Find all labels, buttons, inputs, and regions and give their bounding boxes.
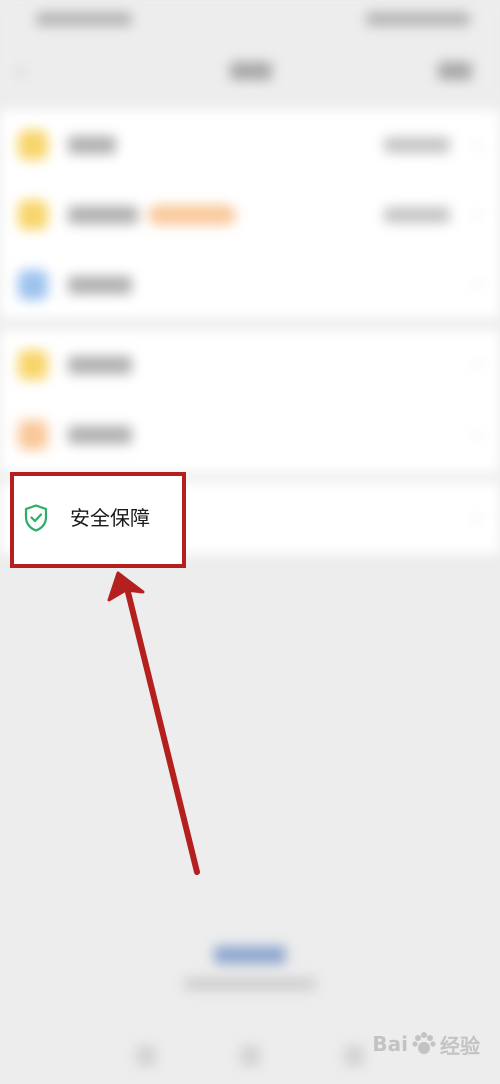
list-item[interactable]: › [0,180,500,250]
row-icon [18,350,48,380]
row-label [68,276,132,294]
paw-icon [412,1032,436,1054]
row-icon [18,130,48,160]
list-item[interactable]: › [0,400,500,470]
watermark-brand: Bai [372,1032,408,1056]
baidu-watermark: Bai 经验 [372,1028,480,1060]
row-icon [18,420,48,450]
chevron-right-icon: › [474,506,482,530]
nav-right-action[interactable] [438,62,472,80]
nav-home-button[interactable] [240,1046,260,1066]
status-bar [0,0,500,44]
row-label [68,136,116,154]
status-bar-left [36,12,132,26]
chevron-right-icon: › [474,272,482,296]
chevron-right-icon: › [474,202,482,226]
list-item[interactable]: › [0,330,500,400]
list-item[interactable]: › [0,250,500,320]
list-item[interactable]: › [0,110,500,180]
row-label [68,356,132,374]
chevron-right-icon: › [474,352,482,376]
nav-title [230,62,272,80]
list-group-2: › › [0,330,500,472]
watermark-suffix: 经验 [440,1033,480,1058]
nav-menu-button[interactable] [136,1046,156,1066]
chevron-right-icon: › [474,422,482,446]
row-icon [18,200,48,230]
list-group-1: › › › [0,110,500,318]
back-chevron-icon[interactable]: ‹ [16,60,25,85]
status-bar-right [366,12,470,26]
footer-text [184,978,316,990]
chevron-right-icon: › [474,132,482,156]
promo-badge [148,205,236,225]
row-label [68,426,132,444]
row-label [68,206,138,224]
highlight-box [10,472,186,568]
row-value [384,137,450,153]
row-icon [18,270,48,300]
nav-back-button[interactable] [344,1046,364,1066]
nav-bar: ‹ [0,44,500,100]
footer-link[interactable] [214,946,286,964]
row-value [384,207,450,223]
